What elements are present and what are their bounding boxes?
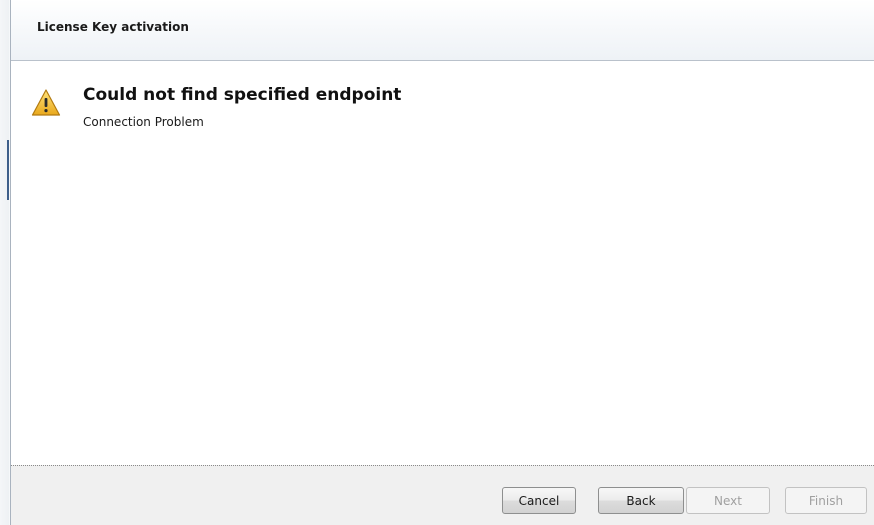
finish-button[interactable]: Finish: [785, 487, 867, 514]
license-wizard-dialog: License Key activation Could not find sp: [11, 0, 874, 525]
cancel-button[interactable]: Cancel: [502, 487, 576, 514]
left-edge-accent: [7, 140, 9, 200]
dialog-title: License Key activation: [37, 20, 189, 34]
error-title: Could not find specified endpoint: [83, 85, 402, 105]
back-button[interactable]: Back: [598, 487, 684, 514]
dialog-footer: Cancel Back Next Finish: [11, 465, 874, 525]
screen: License Key activation Could not find sp: [0, 0, 874, 525]
error-subtitle: Connection Problem: [83, 115, 204, 129]
next-button[interactable]: Next: [686, 487, 770, 514]
warning-icon: [31, 88, 61, 118]
dialog-header: License Key activation: [11, 0, 874, 61]
dialog-content: Could not find specified endpoint Connec…: [11, 61, 874, 465]
